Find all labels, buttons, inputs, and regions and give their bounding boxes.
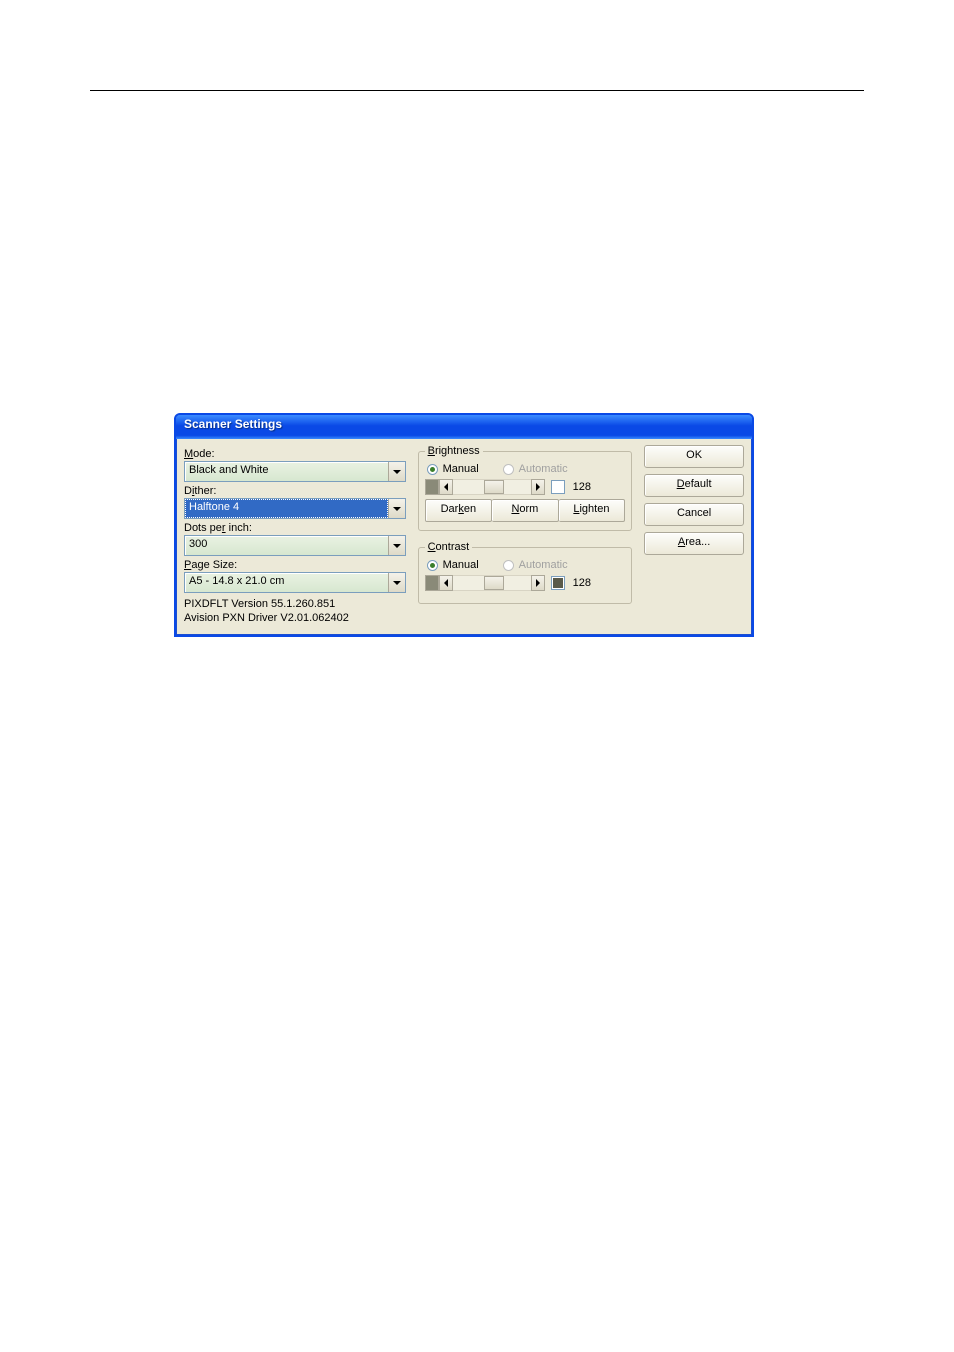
contrast-mode-row: Manual Automatic <box>427 559 626 571</box>
arrow-right-icon[interactable] <box>531 479 545 495</box>
chevron-down-icon[interactable] <box>388 573 405 592</box>
brightness-automatic-radio: Automatic <box>503 463 568 475</box>
contrast-slider-row: 128 <box>425 575 626 591</box>
contrast-value: 128 <box>573 577 591 589</box>
mode-label: Mode: <box>184 448 406 460</box>
driver-version: Avision PXN Driver V2.01.062402 <box>184 611 406 625</box>
arrow-left-icon[interactable] <box>439 479 453 495</box>
brightness-slider[interactable] <box>425 479 545 495</box>
radio-label: Manual <box>443 463 479 475</box>
pagesize-combo[interactable]: A5 - 14.8 x 21.0 cm <box>184 572 406 593</box>
default-button[interactable]: Default <box>644 474 744 497</box>
middle-column: Brightness Manual Automatic <box>418 445 633 625</box>
area-button[interactable]: Area... <box>644 532 744 555</box>
slider-track[interactable] <box>453 575 531 591</box>
slider-thumb[interactable] <box>484 480 504 494</box>
chevron-down-icon[interactable] <box>388 462 405 481</box>
right-column: OK Default Cancel Area... <box>644 445 744 625</box>
brightness-slider-row: 128 <box>425 479 626 495</box>
scanner-settings-dialog: Scanner Settings Mode: Black and White D… <box>174 413 754 637</box>
left-column: Mode: Black and White Dither: Halftone 4… <box>184 445 406 625</box>
page-divider <box>90 90 864 91</box>
contrast-legend: Contrast <box>425 541 473 553</box>
brightness-group: Brightness Manual Automatic <box>418 445 633 531</box>
radio-label: Manual <box>443 559 479 571</box>
brightness-mode-row: Manual Automatic <box>427 463 626 475</box>
brightness-value: 128 <box>573 481 591 493</box>
cancel-button[interactable]: Cancel <box>644 503 744 526</box>
pagesize-label: Page Size: <box>184 559 406 571</box>
radio-unchecked-icon <box>503 464 514 475</box>
radio-checked-icon <box>427 560 438 571</box>
lighten-button[interactable]: Lighten <box>559 499 626 522</box>
radio-label: Automatic <box>519 463 568 475</box>
dither-label: Dither: <box>184 485 406 497</box>
chevron-down-icon[interactable] <box>388 536 405 555</box>
mode-value: Black and White <box>185 462 388 481</box>
dpi-value: 300 <box>185 536 388 555</box>
arrow-right-icon[interactable] <box>531 575 545 591</box>
brightness-button-row: Darken Norm Lighten <box>425 499 626 522</box>
radio-checked-icon <box>427 464 438 475</box>
slider-thumb[interactable] <box>484 576 504 590</box>
mode-combo[interactable]: Black and White <box>184 461 406 482</box>
slider-track[interactable] <box>453 479 531 495</box>
client-area: Mode: Black and White Dither: Halftone 4… <box>176 439 752 635</box>
contrast-automatic-radio: Automatic <box>503 559 568 571</box>
window-title: Scanner Settings <box>184 417 282 431</box>
brightness-legend: Brightness <box>425 445 483 457</box>
contrast-manual-radio[interactable]: Manual <box>427 559 479 571</box>
brightness-manual-radio[interactable]: Manual <box>427 463 479 475</box>
dither-combo[interactable]: Halftone 4 <box>184 498 406 519</box>
slider-endcap-icon <box>425 479 439 495</box>
dither-value: Halftone 4 <box>185 499 388 518</box>
arrow-left-icon[interactable] <box>439 575 453 591</box>
chevron-down-icon[interactable] <box>388 499 405 518</box>
pixdflt-version: PIXDFLT Version 55.1.260.851 <box>184 597 406 611</box>
dpi-label: Dots per inch: <box>184 522 406 534</box>
slider-endcap-icon <box>425 575 439 591</box>
brightness-lock-checkbox[interactable] <box>551 480 565 494</box>
contrast-lock-checkbox[interactable] <box>551 576 565 590</box>
contrast-slider[interactable] <box>425 575 545 591</box>
norm-button[interactable]: Norm <box>492 499 559 522</box>
contrast-group: Contrast Manual Automatic <box>418 541 633 604</box>
version-text: PIXDFLT Version 55.1.260.851 Avision PXN… <box>184 597 406 625</box>
darken-button[interactable]: Darken <box>425 499 493 522</box>
radio-unchecked-icon <box>503 560 514 571</box>
pagesize-value: A5 - 14.8 x 21.0 cm <box>185 573 388 592</box>
titlebar[interactable]: Scanner Settings <box>176 415 752 439</box>
dpi-combo[interactable]: 300 <box>184 535 406 556</box>
radio-label: Automatic <box>519 559 568 571</box>
ok-button[interactable]: OK <box>644 445 744 468</box>
